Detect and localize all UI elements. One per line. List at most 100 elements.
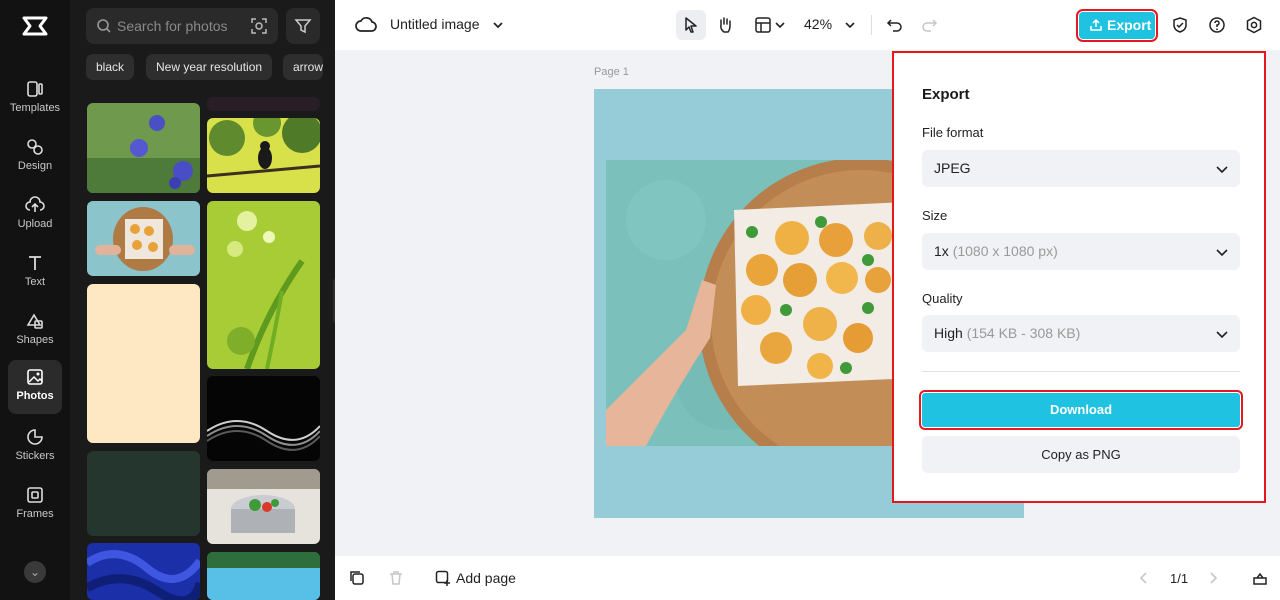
undo-button[interactable] <box>880 10 910 40</box>
next-page-chevron-icon[interactable] <box>1206 570 1220 586</box>
shapes-icon <box>26 313 43 329</box>
cloud-sync-icon[interactable] <box>355 15 377 35</box>
stickers-icon <box>27 429 43 445</box>
trash-icon[interactable] <box>388 570 404 586</box>
rail-item-templates[interactable]: Templates <box>8 72 62 126</box>
templates-icon <box>27 81 43 97</box>
photo-thumbnail-black-wave[interactable] <box>207 376 320 461</box>
layout-tool-button[interactable] <box>748 10 778 40</box>
size-select[interactable]: 1x (1080 x 1080 px) <box>922 233 1240 270</box>
rail-item-shapes[interactable]: Shapes <box>8 304 62 358</box>
layout-chevron-down-icon[interactable] <box>775 20 785 30</box>
photo-thumbnail-cream[interactable] <box>87 284 200 443</box>
shield-icon[interactable] <box>1171 16 1189 34</box>
rail-item-frames[interactable]: Frames <box>8 478 62 532</box>
rail-more-button[interactable]: ⌄ <box>24 561 46 583</box>
add-page-button[interactable]: Add page <box>435 570 516 586</box>
file-format-label: File format <box>922 125 984 140</box>
copy-as-png-button[interactable]: Copy as PNG <box>922 436 1240 473</box>
file-format-chevron-down-icon <box>1216 166 1228 174</box>
rail-label-templates: Templates <box>9 102 61 114</box>
rail-item-photos[interactable]: Photos <box>8 360 62 414</box>
text-icon <box>29 256 41 270</box>
zoom-chevron-down-icon[interactable] <box>845 20 855 30</box>
settings-gear-icon[interactable] <box>1245 16 1263 34</box>
photos-icon <box>27 369 43 385</box>
rail-label-frames: Frames <box>16 508 54 520</box>
size-label: Size <box>922 208 948 223</box>
select-tool-button[interactable] <box>676 10 706 40</box>
export-panel-title: Export <box>922 86 970 103</box>
size-value: 1x <box>934 243 949 259</box>
filter-icon <box>294 19 312 34</box>
prev-page-chevron-icon[interactable] <box>1137 570 1151 586</box>
quality-label: Quality <box>922 291 963 306</box>
chevron-down-icon: ⌄ <box>29 565 41 579</box>
quality-chevron-down-icon <box>1216 331 1228 339</box>
size-detail: (1080 x 1080 px) <box>952 243 1058 259</box>
rail-label-stickers: Stickers <box>15 450 55 462</box>
size-chevron-down-icon <box>1216 249 1228 257</box>
redo-button[interactable] <box>914 10 944 40</box>
search-input[interactable] <box>117 16 245 36</box>
photo-thumbnail-food-tray[interactable] <box>87 201 200 276</box>
photos-panel: black New year resolution arrow <box>70 0 335 600</box>
page-label: Page 1 <box>594 66 629 78</box>
top-bar: Untitled image 42% Export <box>335 0 1280 50</box>
help-icon[interactable] <box>1208 16 1226 34</box>
layout-icon <box>755 17 771 33</box>
export-panel-divider <box>922 371 1240 372</box>
upload-icon <box>25 196 45 212</box>
chip-black[interactable]: black <box>86 54 135 80</box>
download-button[interactable]: Download <box>919 390 1243 430</box>
zoom-level[interactable]: 42% <box>804 16 832 32</box>
rail-item-upload[interactable]: Upload <box>8 188 62 242</box>
search-icon <box>97 19 111 33</box>
export-button-label: Export <box>1107 17 1152 33</box>
add-page-icon <box>435 570 450 586</box>
filter-button[interactable] <box>286 8 320 44</box>
toolbar-divider <box>871 15 872 35</box>
redo-icon <box>922 19 938 32</box>
photo-thumbnail-dark-top[interactable] <box>207 97 320 111</box>
page-count: 1/1 <box>1170 571 1189 586</box>
photo-thumbnail-grass-dew[interactable] <box>207 201 320 369</box>
search-box <box>86 8 278 44</box>
rail-label-upload: Upload <box>17 218 53 230</box>
capcut-logo-icon[interactable] <box>20 13 50 39</box>
export-dropdown-panel: Export File format JPEG Size 1x (1080 x … <box>892 51 1266 503</box>
quality-select[interactable]: High (154 KB - 308 KB) <box>922 315 1240 352</box>
image-search-icon[interactable] <box>250 17 268 35</box>
chip-new-year-resolution[interactable]: New year resolution <box>146 54 273 80</box>
undo-icon <box>886 19 902 32</box>
app-root: Templates Design Upload Text Shapes Phot… <box>0 0 1280 600</box>
export-upload-icon <box>1090 18 1102 31</box>
duplicate-page-icon[interactable] <box>349 570 365 586</box>
design-icon <box>27 139 43 155</box>
pointer-icon <box>685 17 697 33</box>
title-chevron-down-icon[interactable] <box>492 19 504 31</box>
hand-tool-button[interactable] <box>710 10 740 40</box>
photo-thumbnail-cooking-pot[interactable] <box>207 469 320 544</box>
photo-thumbnail-pool[interactable] <box>207 552 320 600</box>
photo-thumbnail-bird[interactable] <box>207 118 320 193</box>
add-page-label: Add page <box>456 570 516 586</box>
document-title[interactable]: Untitled image <box>390 16 480 32</box>
file-format-select[interactable]: JPEG <box>922 150 1240 187</box>
export-button[interactable]: Export <box>1076 9 1158 42</box>
rail-label-photos: Photos <box>16 390 54 402</box>
left-rail: Templates Design Upload Text Shapes Phot… <box>0 0 70 600</box>
rail-item-design[interactable]: Design <box>8 130 62 184</box>
quality-value: High <box>934 325 963 341</box>
photo-thumbnail-blue-silk[interactable] <box>87 543 200 600</box>
photo-thumbnail-blue-flowers[interactable] <box>87 103 200 193</box>
frames-icon <box>27 487 43 503</box>
quality-detail: (154 KB - 308 KB) <box>966 325 1081 341</box>
rail-item-stickers[interactable]: Stickers <box>8 420 62 474</box>
expand-panel-icon[interactable] <box>1252 570 1268 586</box>
file-format-value: JPEG <box>934 160 971 176</box>
rail-item-text[interactable]: Text <box>8 246 62 300</box>
chip-arrow[interactable]: arrow <box>283 54 323 80</box>
rail-label-text: Text <box>24 276 46 288</box>
photo-thumbnail-dark-green[interactable] <box>87 451 200 536</box>
